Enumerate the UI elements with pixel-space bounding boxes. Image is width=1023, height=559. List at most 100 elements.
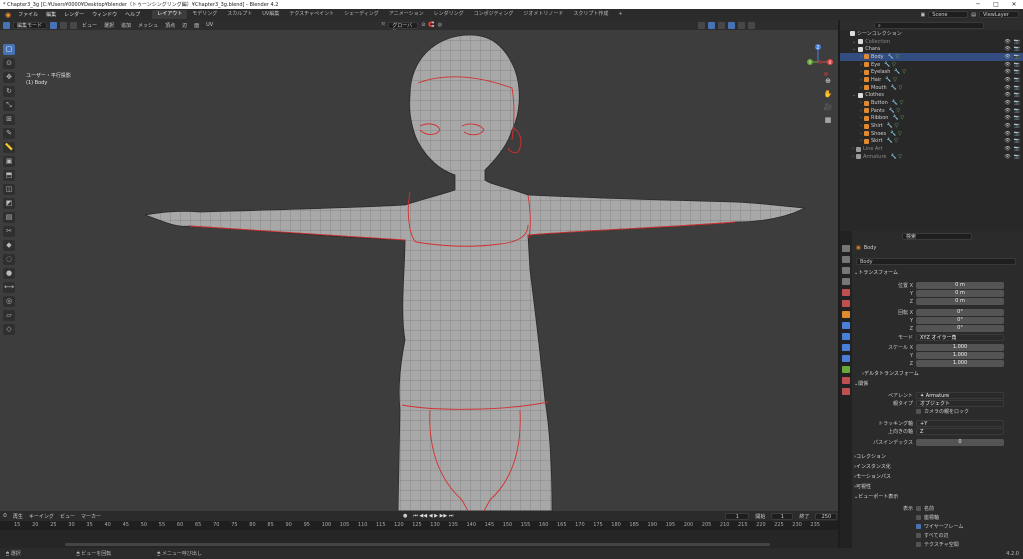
tab-modeling[interactable]: モデリング [187, 10, 222, 19]
tab-animation[interactable]: アニメーション [384, 10, 429, 19]
show-wireframe-checkbox[interactable] [916, 524, 921, 529]
menu-mesh[interactable]: メッシュ [136, 22, 160, 29]
parent-field[interactable]: ✦ Armature [916, 392, 1004, 399]
chevron-right-icon[interactable]: › [852, 146, 854, 152]
timeline-menu-keying[interactable]: キーイング [29, 513, 54, 520]
transform-orientation-selector[interactable]: グローバル [388, 21, 419, 35]
visibility-eye-icon[interactable]: 👁 [1004, 77, 1010, 83]
rotate-icon[interactable]: ↻ [3, 86, 15, 97]
delta-transform-header[interactable]: › デルタトランスフォーム [854, 370, 1019, 378]
parent-type-dropdown[interactable]: オブジェクト [916, 400, 1004, 407]
object-name-field[interactable]: Body [856, 258, 1016, 265]
menu-help[interactable]: ヘルプ [121, 11, 144, 18]
rotation-x-field[interactable]: 0° [916, 309, 1004, 316]
scene-icon[interactable]: ▣ [921, 12, 926, 18]
timeline-menu-playback[interactable]: 再生 [13, 513, 23, 520]
smooth-icon[interactable]: ● [3, 268, 15, 279]
render-tab-icon[interactable] [842, 256, 850, 263]
tracking-axis-dropdown[interactable]: +Y [916, 420, 1004, 427]
chevron-right-icon[interactable]: › [860, 100, 862, 106]
particles-tab-icon[interactable] [842, 333, 850, 340]
outliner-row[interactable]: ⌄ Clothes 👁 📷 [840, 92, 1023, 100]
outliner-row[interactable]: › Body 🔧 ▽ 👁 📷 [840, 53, 1023, 61]
snap-icon[interactable]: 🧲 [428, 22, 434, 28]
pivot-icon[interactable]: ⊙ [421, 22, 425, 28]
outliner-row[interactable]: ⌄ Chara 👁 📷 [840, 45, 1023, 53]
outliner-row[interactable]: › Ribbon 🔧 ▽ 👁 📷 [840, 115, 1023, 123]
location-x-field[interactable]: 0 m [916, 282, 1004, 289]
start-frame-field[interactable]: 1 [771, 512, 794, 520]
transform-panel-header[interactable]: ⌄ トランスフォーム [854, 269, 1019, 277]
render-camera-icon[interactable]: 📷 [1014, 154, 1020, 160]
bevel-icon[interactable]: ◩ [3, 198, 15, 209]
visibility-eye-icon[interactable]: 👁 [1004, 92, 1010, 98]
visibility-eye-icon[interactable]: 👁 [1004, 115, 1010, 121]
menu-view[interactable]: ビュー [80, 22, 99, 29]
tab-compositing[interactable]: コンポジティング [469, 10, 519, 19]
menu-file[interactable]: ファイル [14, 11, 42, 18]
rip-icon[interactable]: ◇ [3, 324, 15, 335]
properties-search[interactable]: 検索 [902, 233, 972, 240]
render-camera-icon[interactable]: 📷 [1014, 138, 1020, 144]
outliner-row[interactable]: › Line Art 👁 📷 [840, 145, 1023, 153]
rotation-z-field[interactable]: 0° [916, 325, 1004, 332]
material-tab-icon[interactable] [842, 377, 850, 384]
add-cube-icon[interactable]: ▣ [3, 156, 15, 167]
visibility-eye-icon[interactable]: 👁 [1004, 39, 1010, 45]
menu-select[interactable]: 選択 [102, 22, 116, 29]
constraints-tab-icon[interactable] [842, 355, 850, 362]
close-button[interactable]: ✕ [1005, 1, 1023, 8]
visibility-eye-icon[interactable]: 👁 [1004, 131, 1010, 137]
chevron-right-icon[interactable]: › [860, 123, 862, 129]
menu-edit[interactable]: 編集 [42, 11, 60, 18]
collections-panel-header[interactable]: › コレクション [854, 453, 1019, 461]
visibility-eye-icon[interactable]: 👁 [1004, 46, 1010, 52]
character-mesh[interactable] [0, 30, 838, 511]
tool-tab-icon[interactable] [842, 245, 850, 252]
data-tab-icon[interactable] [842, 366, 850, 373]
tab-scripting[interactable]: スクリプト作成 [568, 10, 613, 19]
record-icon[interactable]: ● [403, 513, 407, 519]
menu-edge[interactable]: 辺 [180, 22, 189, 29]
knife-icon[interactable]: ✂ [3, 226, 15, 237]
add-workspace-button[interactable]: + [613, 10, 627, 19]
texture-space-checkbox[interactable] [916, 542, 921, 547]
poly-build-icon[interactable]: ◆ [3, 240, 15, 251]
spin-icon[interactable]: ◌ [3, 254, 15, 265]
render-camera-icon[interactable]: 📷 [1014, 39, 1020, 45]
location-y-field[interactable]: 0 m [916, 290, 1004, 297]
show-axes-checkbox[interactable] [916, 515, 921, 520]
editor-type-icon[interactable] [3, 21, 10, 29]
output-tab-icon[interactable] [842, 267, 850, 274]
chevron-right-icon[interactable]: › [852, 154, 854, 160]
outliner-row[interactable]: › Eyelash 🔧 ▽ 👁 📷 [840, 68, 1023, 76]
move-icon[interactable]: ✥ [3, 72, 15, 83]
measure-icon[interactable]: 📏 [3, 142, 15, 153]
modifier-icon[interactable]: 🔧 ▽ [891, 85, 903, 91]
blender-logo-icon[interactable]: ◉ [2, 11, 14, 19]
modifier-icon[interactable]: 🔧 ▽ [894, 69, 906, 75]
tab-uv-editing[interactable]: UV編集 [257, 10, 284, 19]
show-all-edges-checkbox[interactable] [916, 533, 921, 538]
face-select-icon[interactable] [70, 21, 77, 29]
modifier-icon[interactable]: 🔧 ▽ [892, 115, 904, 121]
physics-tab-icon[interactable] [842, 344, 850, 351]
chevron-down-icon[interactable]: ⌄ [852, 39, 856, 45]
render-camera-icon[interactable]: 📷 [1014, 92, 1020, 98]
modifier-icon[interactable]: 🔧 ▽ [890, 131, 902, 137]
render-camera-icon[interactable]: 📷 [1014, 131, 1020, 137]
tab-sculpt[interactable]: スカルプト [222, 10, 257, 19]
outliner-row[interactable]: › Button 🔧 ▽ 👁 📷 [840, 99, 1023, 107]
modifier-icon[interactable]: 🔧 ▽ [885, 77, 897, 83]
menu-face[interactable]: 面 [192, 22, 201, 29]
menu-window[interactable]: ウィンドウ [88, 11, 121, 18]
solid-shading-icon[interactable] [728, 21, 736, 29]
world-tab-icon[interactable] [842, 300, 850, 307]
chevron-right-icon[interactable]: › [860, 115, 862, 121]
loop-cut-icon[interactable]: ▤ [3, 212, 15, 223]
scale-icon[interactable]: ⤡ [3, 100, 15, 111]
modifier-icon[interactable]: 🔧 ▽ [886, 138, 898, 144]
visibility-eye-icon[interactable]: 👁 [1004, 69, 1010, 75]
render-camera-icon[interactable]: 📷 [1014, 46, 1020, 52]
modifier-tab-icon[interactable] [842, 322, 850, 329]
